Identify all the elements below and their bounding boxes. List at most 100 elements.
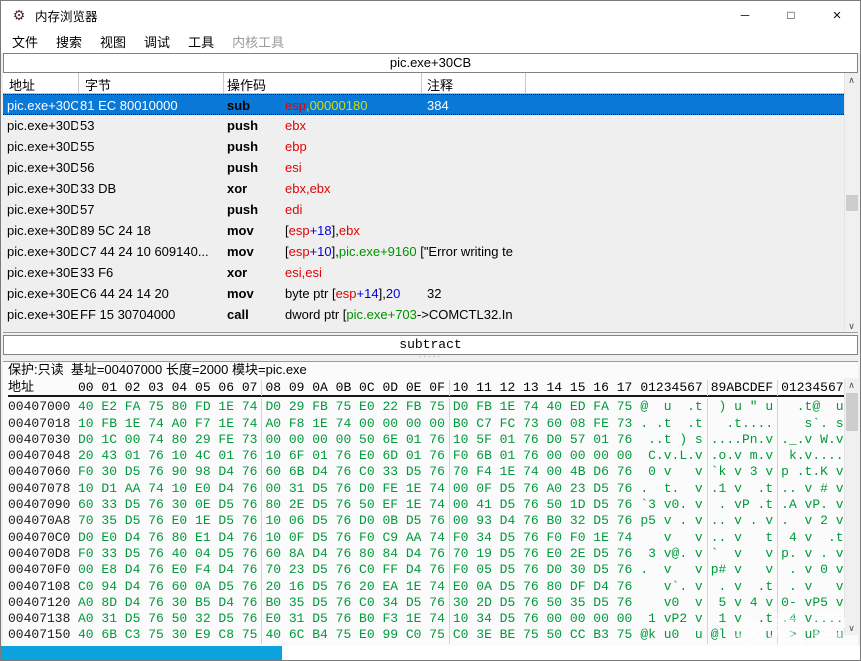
operand: ], bbox=[331, 244, 339, 259]
hex-row[interactable]: 00407138 A0 31 D5 76 50 32 D5 76 E0 31 D5 … bbox=[8, 611, 844, 628]
hex-row[interactable]: 00407000 40 E2 FA 75 80 FD 1E 74 D0 29 FB … bbox=[8, 399, 844, 416]
disasm-address-header[interactable]: pic.exe+30CB bbox=[3, 53, 858, 73]
hex-address: 00407090 bbox=[8, 497, 71, 513]
instruction-bytes: 56 bbox=[80, 160, 95, 175]
hex-byte-group: 00 0F D5 76 A0 23 D5 76 bbox=[452, 480, 633, 496]
hex-row[interactable]: 00407048 20 43 01 76 10 4C 01 76 10 6F 01 … bbox=[8, 448, 844, 465]
instruction-bytes: C7 44 24 10 609140... bbox=[80, 244, 209, 259]
hscrollbar-thumb[interactable] bbox=[1, 646, 282, 660]
hex-address: 00407000 bbox=[8, 399, 71, 415]
horizontal-scrollbar[interactable] bbox=[1, 646, 860, 660]
ascii-group: . v v bbox=[640, 562, 708, 579]
hex-byte-group: F0 30 D5 76 90 98 D4 76 bbox=[78, 464, 263, 481]
disasm-row[interactable]: pic.exe+30D153 push ebx bbox=[3, 115, 858, 136]
hex-address: 00407138 bbox=[8, 611, 71, 627]
hexview-panel: 保护:只读 基址=00407000 长度=2000 模块=pic.exe 地址 0… bbox=[3, 361, 858, 648]
ascii-group: 0- vP5 v bbox=[781, 594, 844, 610]
disasm-scrollbar[interactable]: ∧ ∨ bbox=[844, 73, 858, 332]
ascii-group: .. v # v bbox=[781, 480, 844, 496]
column-divider[interactable] bbox=[421, 73, 422, 94]
title-bar: ⚙ 内存浏览器 ─ □ × bbox=[1, 1, 860, 29]
scroll-down-icon[interactable]: ∨ bbox=[845, 319, 858, 332]
hex-byte-group: D0 29 FB 75 E0 22 FB 75 bbox=[265, 399, 450, 416]
hex-byte-group: 10 0F D5 76 F0 C9 AA 74 bbox=[265, 529, 450, 546]
instruction-operands: esi bbox=[285, 157, 525, 178]
hex-address: 00407108 bbox=[8, 578, 71, 594]
ascii-group: 5 v 4 v bbox=[711, 594, 779, 612]
ascii-group: s`. s bbox=[781, 415, 844, 431]
operand: +14 bbox=[356, 286, 379, 301]
instruction-address: pic.exe+30E3 bbox=[7, 265, 78, 280]
hex-byte-group: 00 41 D5 76 50 1D D5 76 bbox=[452, 497, 633, 513]
minimize-button[interactable]: ─ bbox=[722, 1, 768, 29]
instruction-bytes: 81 EC 80010000 bbox=[80, 98, 178, 113]
hex-row[interactable]: 00407060 F0 30 D5 76 90 98 D4 76 60 6B D4 … bbox=[8, 464, 844, 481]
hex-byte-group: E0 0A D5 76 80 DF D4 76 bbox=[452, 578, 633, 594]
instruction-address: pic.exe+30D7 bbox=[7, 223, 78, 238]
ascii-group: p. v . v bbox=[781, 545, 844, 561]
maximize-button[interactable]: □ bbox=[768, 1, 814, 29]
instruction-comment: 32 bbox=[427, 286, 442, 301]
hex-row[interactable]: 004070F0 00 E8 D4 76 E0 F4 D4 76 70 23 D5 … bbox=[8, 562, 844, 579]
disasm-row[interactable]: pic.exe+30D789 5C 24 18 mov [esp+18],ebx bbox=[3, 220, 858, 241]
hex-row[interactable]: 004070D8 F0 33 D5 76 40 04 D5 76 60 8A D4 … bbox=[8, 545, 844, 563]
instruction-address: pic.exe+30E5 bbox=[7, 286, 78, 301]
menu-tools[interactable]: 工具 bbox=[179, 32, 223, 51]
ascii-group: .1 v .t bbox=[711, 480, 779, 498]
disasm-row[interactable]: pic.exe+30D255 push ebp bbox=[3, 136, 858, 157]
ascii-group: .t@ u bbox=[781, 399, 844, 415]
ascii-group: ....Pn.v bbox=[711, 431, 779, 449]
operand: 20 bbox=[385, 286, 401, 301]
hex-byte-group: 20 43 01 76 10 4C 01 76 bbox=[78, 448, 263, 465]
ascii-group: ._.v W.v bbox=[781, 431, 844, 447]
disasm-row[interactable]: pic.exe+30D433 DB xor ebx,ebx bbox=[3, 178, 858, 199]
scroll-down-icon[interactable]: ∨ bbox=[845, 621, 858, 635]
disasm-row[interactable]: pic.exe+30D356 push esi bbox=[3, 157, 858, 178]
hex-row[interactable]: 00407108 C0 94 D4 76 60 0A D5 76 20 16 D5 … bbox=[8, 578, 844, 595]
hex-row[interactable]: 00407030 D0 1C 00 74 80 29 FE 73 00 00 00 … bbox=[8, 431, 844, 449]
hex-address: 004070D8 bbox=[8, 545, 71, 561]
column-divider[interactable] bbox=[223, 73, 224, 94]
hex-row[interactable]: 00407078 10 D1 AA 74 10 E0 D4 76 00 31 D5 … bbox=[8, 480, 844, 498]
instruction-bytes: 89 5C 24 18 bbox=[80, 223, 151, 238]
disasm-row[interactable]: pic.exe+30E5C6 44 24 14 20 mov byte ptr [e… bbox=[3, 283, 858, 304]
scrollbar-thumb[interactable] bbox=[846, 195, 858, 211]
disasm-row[interactable]: pic.exe+30EAFF 15 30704000 call dword ptr … bbox=[3, 304, 858, 325]
disasm-row[interactable]: pic.exe+30D657 push edi bbox=[3, 199, 858, 220]
scroll-up-icon[interactable]: ∧ bbox=[845, 73, 858, 87]
menu-view[interactable]: 视图 bbox=[91, 32, 135, 51]
instruction-mnemonic: xor bbox=[227, 181, 248, 196]
column-divider[interactable] bbox=[78, 73, 79, 94]
hex-row[interactable]: 00407018 10 FB 1E 74 A0 F7 1E 74 A0 F8 1E … bbox=[8, 415, 844, 432]
hex-row[interactable]: 00407150 40 6B C3 75 30 E9 C8 75 40 6C B4 … bbox=[8, 627, 844, 644]
menu-file[interactable]: 文件 bbox=[3, 32, 47, 51]
disasm-row[interactable]: pic.exe+30DBC7 44 24 10 609140... mov [esp… bbox=[3, 241, 858, 262]
instruction-bytes: C6 44 24 14 20 bbox=[80, 286, 169, 301]
ascii-group: @ u .t bbox=[640, 399, 708, 416]
instruction-mnemonic: mov bbox=[227, 244, 254, 259]
disasm-row[interactable]: pic.exe+30CB81 EC 80010000 sub esp,0000018… bbox=[3, 94, 846, 115]
hex-byte-group: C0 94 D4 76 60 0A D5 76 bbox=[78, 578, 263, 595]
instruction-operands: [esp+10],pic.exe+9160 ["Error writing te bbox=[285, 241, 525, 262]
ascii-group: 3 v@. v bbox=[640, 545, 708, 563]
hex-row[interactable]: 00407120 A0 8D D4 76 30 B5 D4 76 B0 35 D5 … bbox=[8, 594, 844, 612]
disasm-row[interactable]: pic.exe+30E333 F6 xor esi,esi bbox=[3, 262, 858, 283]
menu-debug[interactable]: 调试 bbox=[135, 32, 179, 51]
scrollbar-thumb[interactable] bbox=[846, 393, 858, 431]
hexview-info: 保护:只读 基址=00407000 长度=2000 模块=pic.exe bbox=[8, 362, 307, 377]
hex-byte-group: 40 6C B4 75 E0 99 C0 75 bbox=[265, 627, 450, 644]
ascii-group: 1 v .t bbox=[711, 611, 779, 628]
column-divider[interactable] bbox=[525, 73, 526, 94]
instruction-operands: ebx,ebx bbox=[285, 178, 525, 199]
menu-kernel-tools[interactable]: 内核工具 bbox=[223, 32, 293, 51]
hex-row[interactable]: 004070A8 70 35 D5 76 E0 1E D5 76 10 06 D5 … bbox=[8, 513, 844, 530]
hex-row[interactable]: 004070C0 D0 E0 D4 76 80 E1 D4 76 10 0F D5 … bbox=[8, 529, 844, 546]
close-button[interactable]: × bbox=[814, 1, 860, 29]
scroll-up-icon[interactable]: ∧ bbox=[845, 378, 858, 392]
hex-byte-group: 00 E8 D4 76 E0 F4 D4 76 bbox=[78, 562, 263, 579]
hexview-scrollbar[interactable]: ∧ ∨ bbox=[844, 378, 858, 635]
hex-byte-group: 10 6F 01 76 E0 6D 01 76 bbox=[265, 448, 450, 465]
menu-search[interactable]: 搜索 bbox=[47, 32, 91, 51]
hex-row[interactable]: 00407090 60 33 D5 76 30 0E D5 76 80 2E D5 … bbox=[8, 497, 844, 514]
hex-byte-group: 10 5F 01 76 D0 57 01 76 bbox=[452, 431, 633, 447]
